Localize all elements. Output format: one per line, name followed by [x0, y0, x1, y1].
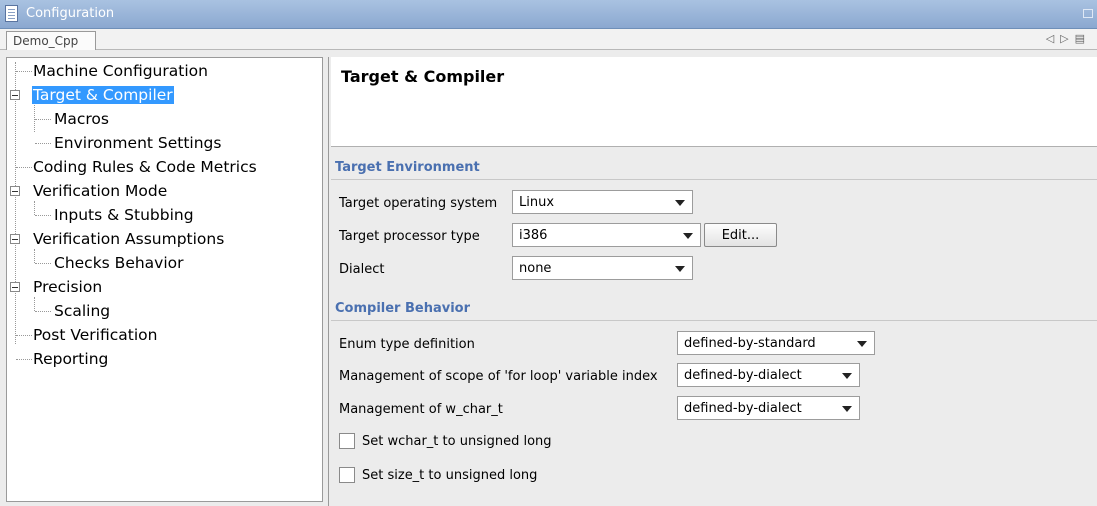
chevron-down-icon — [683, 233, 693, 239]
tree-connector — [35, 263, 51, 264]
tree-item-environment-settings[interactable]: Environment Settings — [53, 132, 222, 154]
tree-item-checks-behavior[interactable]: Checks Behavior — [53, 252, 185, 274]
loop-scope-label: Management of scope of 'for loop' variab… — [339, 369, 658, 384]
chevron-down-icon — [675, 266, 685, 272]
title-bar: Configuration — [0, 0, 1097, 29]
enum-type-value: defined-by-standard — [684, 336, 816, 351]
target-processor-label: Target processor type — [339, 229, 480, 244]
tab-navigation-icons[interactable]: ◁▷▤ — [1046, 32, 1091, 45]
size-unsigned-label: Set size_t to unsigned long — [362, 468, 538, 483]
settings-panel: Target & Compiler Target Environment Tar… — [328, 57, 1097, 506]
section-heading-target-environment: Target Environment — [335, 160, 480, 175]
configuration-tree: Machine Configuration Target & Compiler … — [6, 57, 323, 502]
tree-item-inputs-stubbing[interactable]: Inputs & Stubbing — [53, 204, 195, 226]
collapse-icon[interactable] — [10, 282, 20, 292]
tree-item-label: Scaling — [54, 302, 111, 320]
tree-connector — [34, 201, 35, 215]
tree-item-post-verification[interactable]: Post Verification — [32, 324, 158, 346]
tree-item-reporting[interactable]: Reporting — [32, 348, 109, 370]
tree-item-macros[interactable]: Macros — [53, 108, 110, 130]
panel-header: Target & Compiler — [331, 57, 1097, 147]
tree-item-label: Verification Mode — [33, 182, 168, 200]
enum-type-select[interactable]: defined-by-standard — [677, 331, 875, 355]
tree-item-label: Coding Rules & Code Metrics — [33, 158, 257, 176]
tab-demo-cpp[interactable]: Demo_Cpp — [6, 31, 96, 50]
tree-item-label: Checks Behavior — [54, 254, 184, 272]
tree-item-verification-mode[interactable]: Verification Mode — [32, 180, 168, 202]
page-title: Target & Compiler — [341, 67, 505, 86]
wchar-management-select[interactable]: defined-by-dialect — [677, 396, 860, 420]
dialect-value: none — [519, 261, 552, 276]
chevron-down-icon — [857, 341, 867, 347]
dialect-label: Dialect — [339, 262, 385, 277]
chevron-down-icon — [842, 373, 852, 379]
tree-connector — [16, 71, 32, 72]
section-heading-compiler-behavior: Compiler Behavior — [335, 301, 471, 316]
section-divider — [331, 179, 1097, 180]
wchar-unsigned-checkbox[interactable] — [339, 433, 355, 449]
target-processor-value: i386 — [519, 228, 548, 243]
maximize-icon[interactable] — [1083, 9, 1093, 18]
tree-connector — [35, 311, 51, 312]
tree-item-scaling[interactable]: Scaling — [53, 300, 111, 322]
edit-processor-button[interactable]: Edit... — [704, 223, 777, 247]
target-os-value: Linux — [519, 195, 555, 210]
tree-connector — [34, 297, 35, 311]
collapse-icon[interactable] — [10, 234, 20, 244]
target-os-label: Target operating system — [339, 196, 498, 211]
target-processor-select[interactable]: i386 — [512, 223, 701, 247]
target-os-select[interactable]: Linux — [512, 190, 693, 214]
tree-connector — [16, 335, 32, 336]
tree-item-verification-assumptions[interactable]: Verification Assumptions — [32, 228, 225, 250]
enum-type-label: Enum type definition — [339, 337, 475, 352]
tree-item-precision[interactable]: Precision — [32, 276, 103, 298]
chevron-down-icon — [842, 406, 852, 412]
loop-scope-select[interactable]: defined-by-dialect — [677, 363, 860, 387]
section-divider — [331, 320, 1097, 321]
tree-connector — [34, 249, 35, 263]
tree-item-label: Macros — [54, 110, 109, 128]
tree-item-label: Verification Assumptions — [33, 230, 225, 248]
tree-connector — [35, 215, 51, 216]
tree-connector — [16, 359, 32, 360]
tree-item-label: Post Verification — [33, 326, 158, 344]
tree-item-label: Environment Settings — [54, 134, 222, 152]
tree-item-coding-rules[interactable]: Coding Rules & Code Metrics — [32, 156, 258, 178]
wchar-management-label: Management of w_char_t — [339, 402, 503, 417]
tree-connector — [15, 62, 16, 344]
tree-item-label: Precision — [33, 278, 103, 296]
tree-connector — [35, 119, 51, 120]
wchar-unsigned-label: Set wchar_t to unsigned long — [362, 434, 552, 449]
collapse-icon[interactable] — [10, 90, 20, 100]
tree-item-machine-configuration[interactable]: Machine Configuration — [32, 60, 209, 82]
tree-item-label: Machine Configuration — [33, 62, 208, 80]
loop-scope-value: defined-by-dialect — [684, 368, 802, 383]
tree-connector — [35, 143, 51, 144]
chevron-down-icon — [675, 200, 685, 206]
dialect-select[interactable]: none — [512, 256, 693, 280]
tree-item-label: Reporting — [33, 350, 109, 368]
window-title: Configuration — [26, 6, 115, 21]
tab-bar: Demo_Cpp ◁▷▤ — [0, 29, 1097, 50]
size-unsigned-checkbox[interactable] — [339, 467, 355, 483]
tree-item-label: Inputs & Stubbing — [54, 206, 194, 224]
tree-item-label: Target & Compiler — [32, 86, 174, 104]
document-icon — [5, 5, 18, 22]
tree-item-target-compiler[interactable]: Target & Compiler — [32, 84, 174, 106]
collapse-icon[interactable] — [10, 186, 20, 196]
tree-connector — [16, 167, 32, 168]
wchar-management-value: defined-by-dialect — [684, 401, 802, 416]
